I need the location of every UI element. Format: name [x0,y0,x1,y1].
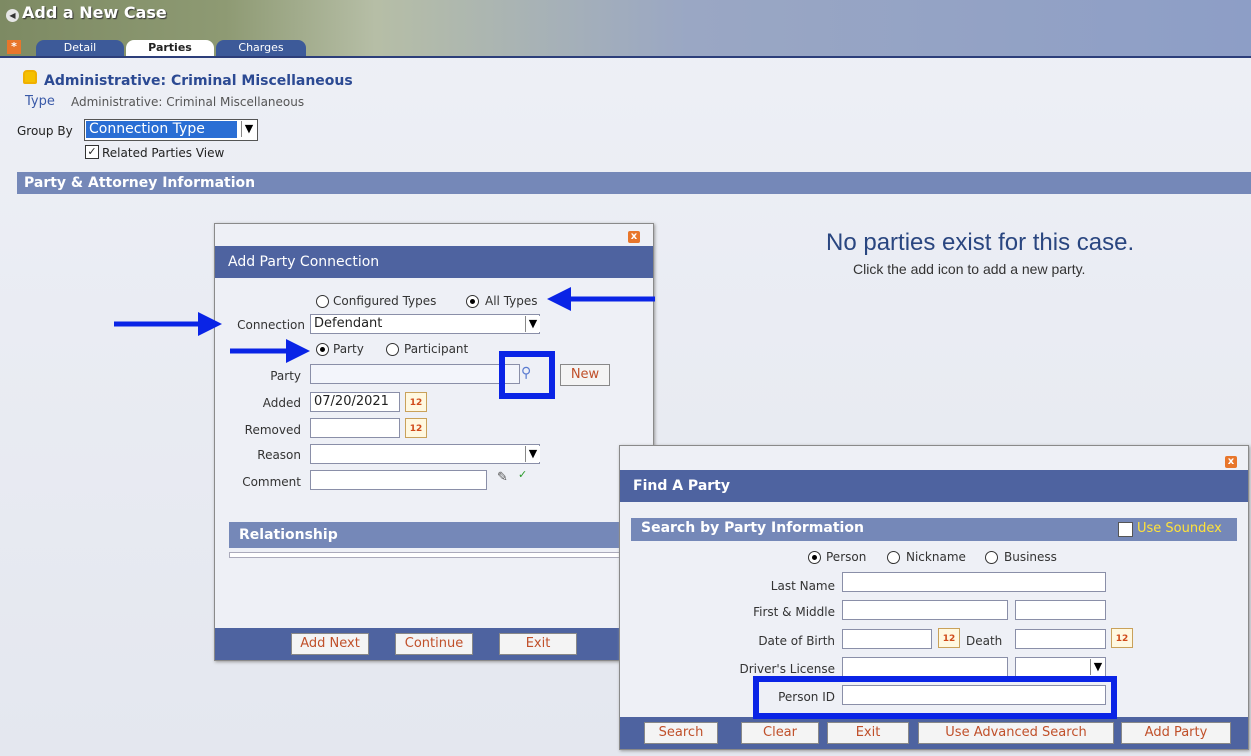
tab-detail[interactable]: Detail [36,40,124,56]
party-label: Party [270,369,301,383]
person-radio[interactable] [808,551,821,564]
party-attorney-section-header: Party & Attorney Information [17,172,1251,194]
added-label: Added [262,396,301,410]
close-icon[interactable]: x [628,231,640,243]
death-label: Death [966,634,1003,648]
chevron-down-icon[interactable]: ▼ [525,316,540,332]
search-section-title: Search by Party Information [641,520,864,536]
removed-date-input[interactable] [310,418,400,438]
relationship-section-header: Relationship [229,522,649,548]
death-date-input[interactable] [1015,629,1106,649]
case-title: Administrative: Criminal Miscellaneous [44,73,353,89]
highlight-box-search [499,351,555,399]
configured-types-radio[interactable] [316,295,329,308]
back-icon[interactable]: ◀ [6,9,19,22]
participant-radio-label: Participant [404,342,469,356]
participant-radio[interactable] [386,343,399,356]
tab-parties[interactable]: Parties [126,40,214,56]
group-by-label: Group By [17,124,73,138]
add-party-dialog-title: Add Party Connection [215,246,653,278]
calendar-icon[interactable]: 12 [405,392,427,412]
dob-label: Date of Birth [758,634,835,648]
drivers-license-input[interactable] [842,657,1008,677]
added-date-input[interactable]: 07/20/2021 [310,392,400,412]
lock-icon [23,70,37,84]
party-radio[interactable] [316,343,329,356]
calendar-icon[interactable]: 12 [938,628,960,648]
add-next-button[interactable]: Add Next [291,633,369,655]
exit-button[interactable]: Exit [499,633,577,655]
clear-button[interactable]: Clear [741,722,819,744]
reason-label: Reason [257,448,301,462]
related-parties-checkbox[interactable]: ✓ [85,145,99,159]
chevron-down-icon[interactable]: ▼ [525,446,540,462]
configured-types-label: Configured Types [333,294,437,308]
type-value: Administrative: Criminal Miscellaneous [71,95,305,109]
search-section-header: Search by Party Information Use Soundex [631,518,1237,541]
connection-select[interactable]: Defendant [310,314,540,334]
empty-state-subtitle: Click the add icon to add a new party. [853,261,1086,277]
highlight-box-person-id [753,676,1117,719]
related-parties-label: Related Parties View [102,146,225,160]
calendar-icon[interactable]: 12 [1111,628,1133,648]
close-icon[interactable]: x [1225,456,1237,468]
arrow-right-icon [230,339,310,363]
all-types-label: All Types [485,294,538,308]
all-types-radio[interactable] [466,295,479,308]
page-title: Add a New Case [22,3,167,22]
comment-input[interactable] [310,470,487,490]
soundex-label: Use Soundex [1137,521,1222,536]
arrow-right-icon [114,312,222,336]
first-middle-label: First & Middle [753,605,835,619]
party-radio-label: Party [333,342,364,356]
add-party-button[interactable]: Add Party [1121,722,1231,744]
person-radio-label: Person [826,550,867,564]
continue-button[interactable]: Continue [395,633,473,655]
connection-label: Connection [237,318,305,332]
last-name-input[interactable] [842,572,1106,592]
soundex-checkbox[interactable] [1118,522,1133,537]
business-radio-label: Business [1004,550,1057,564]
required-asterisk-icon: * [7,40,21,54]
middle-name-input[interactable] [1015,600,1106,620]
business-radio[interactable] [985,551,998,564]
new-party-button[interactable]: New [560,364,610,386]
party-input[interactable] [310,364,520,384]
reason-select[interactable] [310,444,540,464]
last-name-label: Last Name [770,579,835,593]
spellcheck-icon[interactable]: ✓ [518,468,527,481]
find-party-dialog-title: Find A Party [620,470,1248,502]
nickname-radio[interactable] [887,551,900,564]
first-name-input[interactable] [842,600,1008,620]
arrow-left-icon [547,287,655,311]
advanced-search-button[interactable]: Use Advanced Search [918,722,1114,744]
comment-label: Comment [242,475,301,489]
group-by-value[interactable]: Connection Type [86,121,237,138]
dob-input[interactable] [842,629,932,649]
chevron-down-icon[interactable]: ▼ [241,121,256,137]
calendar-icon[interactable]: 12 [405,418,427,438]
tab-charges[interactable]: Charges [216,40,306,56]
header-divider [0,56,1251,58]
drivers-license-label: Driver's License [739,662,835,676]
exit-button[interactable]: Exit [827,722,909,744]
nickname-radio-label: Nickname [906,550,966,564]
relationship-divider [229,552,651,558]
removed-label: Removed [244,423,301,437]
type-label: Type [25,94,55,109]
search-button[interactable]: Search [644,722,718,744]
edit-note-icon[interactable]: ✎ [497,470,513,486]
empty-state-title: No parties exist for this case. [826,229,1135,256]
chevron-down-icon[interactable]: ▼ [1090,659,1105,675]
